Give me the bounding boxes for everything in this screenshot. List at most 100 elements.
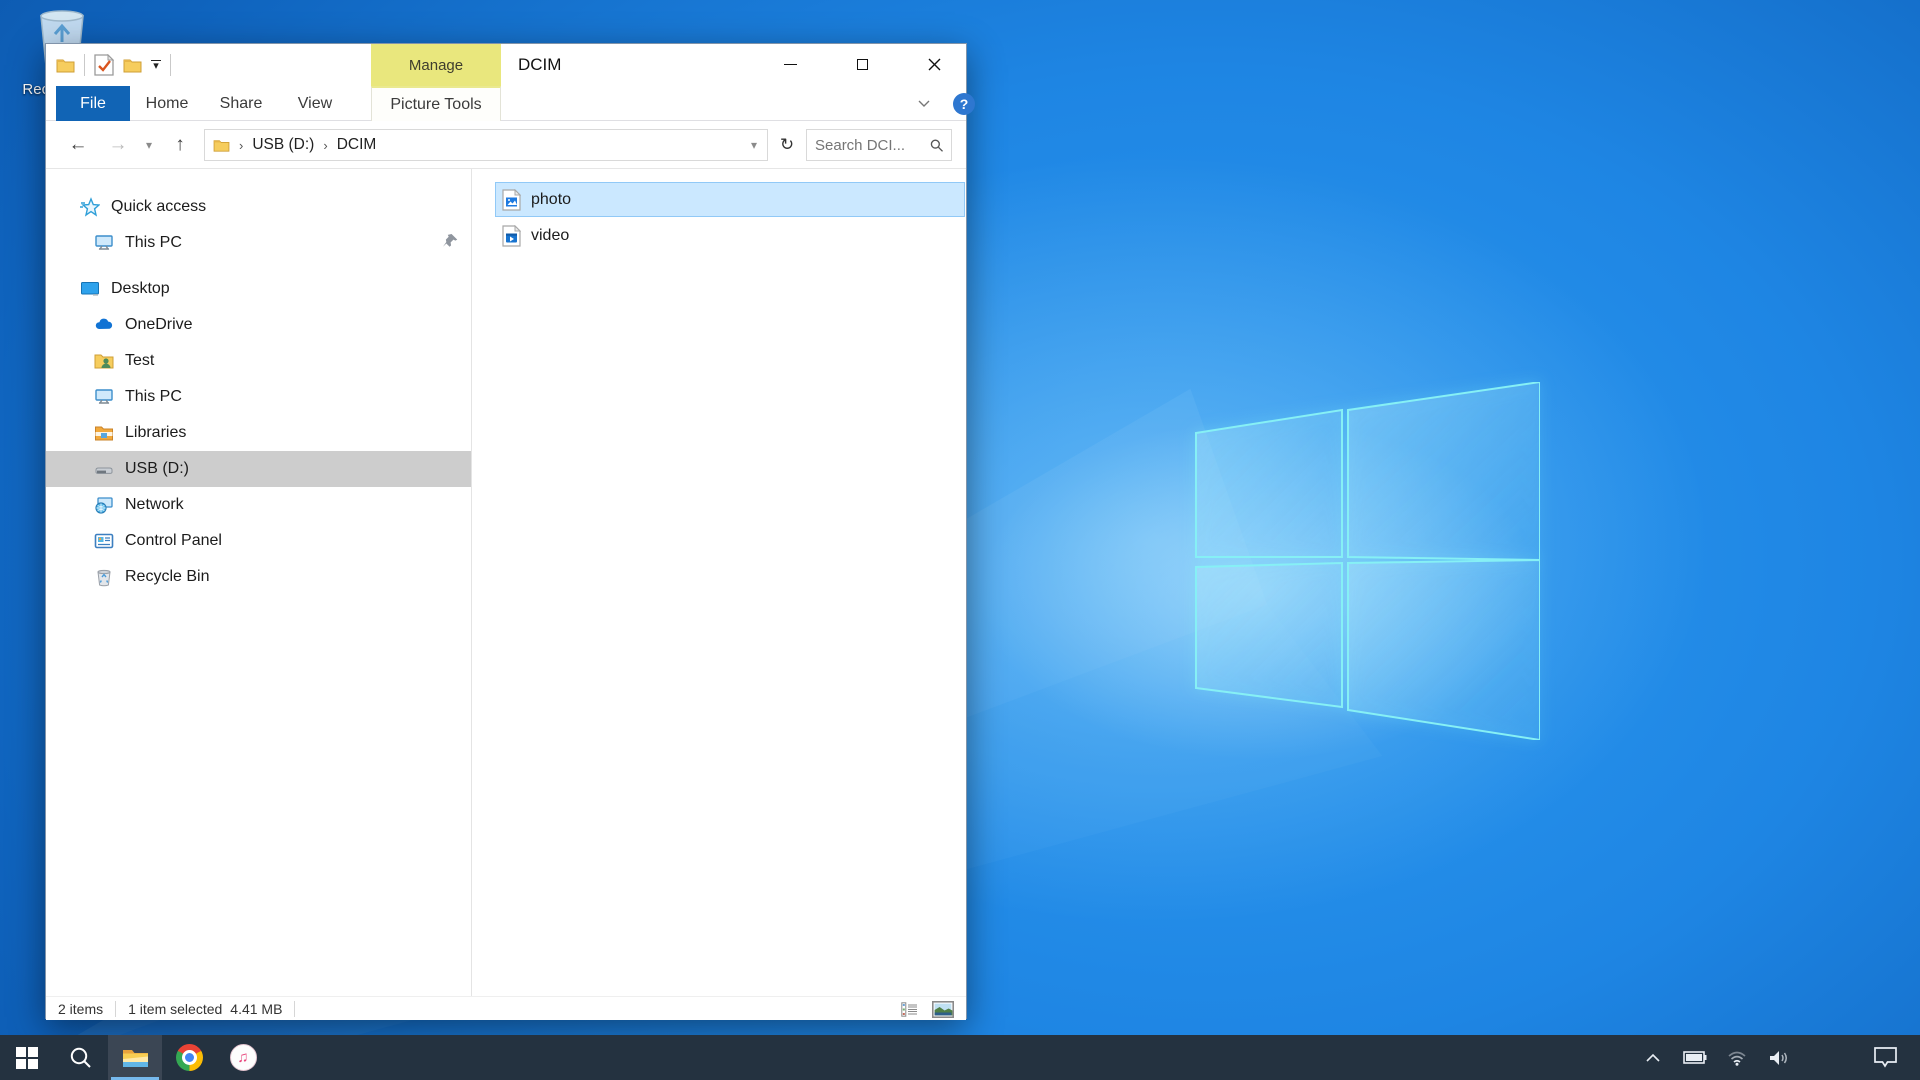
nav-item-recycle-bin[interactable]: Recycle Bin [46,559,471,595]
chrome-icon [176,1044,203,1071]
maximize-button[interactable] [840,44,885,84]
user-folder-icon [94,351,114,371]
quick-access-toolbar: ▾ [56,44,171,86]
selection-count: 1 item selected [116,1001,226,1017]
details-view-icon[interactable] [901,1002,918,1017]
nav-item-quick-access[interactable]: Quick access [46,189,471,225]
tab-picture-tools[interactable]: Picture Tools [371,86,501,121]
battery-indicator[interactable] [1678,1035,1712,1080]
breadcrumb-dcim[interactable]: DCIM [337,136,377,154]
address-bar-row: ← → ▾ ↑ › USB (D:) › DCIM ▾ ↻ [46,121,966,169]
taskbar-search-button[interactable] [54,1035,108,1080]
system-tray [1636,1035,1920,1080]
tab-file[interactable]: File [56,86,130,121]
forward-button[interactable]: → [100,121,136,169]
address-folder-icon [213,138,230,152]
file-name: video [531,227,569,245]
nav-label: Network [125,496,184,514]
nav-label: Desktop [111,280,170,298]
nav-label: Control Panel [125,532,222,550]
action-center-icon [1874,1047,1897,1068]
nav-item-test[interactable]: Test [46,343,471,379]
network-indicator[interactable] [1720,1035,1754,1080]
back-button[interactable]: ← [60,121,96,169]
hidden-icons-button[interactable] [1636,1035,1670,1080]
nav-label: This PC [125,234,182,252]
qat-separator [84,54,85,76]
content-area: Quick access This PC Desktop [46,169,966,996]
properties-icon[interactable] [94,54,114,76]
file-name: photo [531,191,571,209]
file-row-photo[interactable]: photo [495,182,965,217]
itunes-icon: ♫ [230,1044,257,1071]
tab-share[interactable]: Share [204,86,278,121]
network-icon [94,495,114,515]
customize-qat-arrow[interactable]: ▾ [151,60,161,70]
close-icon [928,58,941,71]
title-bar: ▾ Manage DCIM [46,44,966,86]
nav-item-control-panel[interactable]: Control Panel [46,523,471,559]
ribbon-tabs: File Home Share View Picture Tools ? [46,86,966,121]
explorer-folder-icon [56,57,75,73]
action-center-button[interactable] [1868,1035,1902,1080]
nav-item-libraries[interactable]: Libraries [46,415,471,451]
libraries-icon [94,423,114,443]
nav-item-desktop[interactable]: Desktop [46,271,471,307]
file-explorer-icon [122,1047,149,1069]
tab-manage-header[interactable]: Manage [371,44,501,86]
taskbar: ♫ [0,1035,1920,1080]
nav-item-network[interactable]: Network [46,487,471,523]
control-panel-icon [94,531,114,551]
new-folder-icon[interactable] [123,57,142,73]
breadcrumb-usb[interactable]: USB (D:) [252,136,314,154]
window-title: DCIM [518,44,561,86]
start-icon [16,1047,38,1069]
tab-view[interactable]: View [278,86,352,121]
collapse-ribbon-button[interactable] [904,86,944,121]
volume-indicator[interactable] [1762,1035,1796,1080]
search-input[interactable] [815,137,930,154]
close-button[interactable] [912,44,957,84]
help-button[interactable]: ? [944,86,984,121]
taskbar-chrome[interactable] [162,1035,216,1080]
refresh-button[interactable]: ↻ [772,129,802,161]
taskbar-apps: ♫ [0,1035,270,1080]
tab-home[interactable]: Home [130,86,204,121]
volume-icon [1769,1050,1789,1066]
taskbar-itunes[interactable]: ♫ [216,1035,270,1080]
recent-locations-chevron[interactable]: ▾ [138,121,160,169]
up-button[interactable]: ↑ [162,121,198,169]
nav-label: Libraries [125,424,186,442]
help-icon: ? [953,93,975,115]
navigation-pane: Quick access This PC Desktop [46,169,472,996]
view-switcher [901,997,954,1021]
windows-logo-wallpaper [1194,382,1540,740]
this-pc-icon [94,387,114,407]
file-row-video[interactable]: video [495,218,965,253]
battery-icon [1683,1051,1707,1064]
image-file-icon [502,189,521,211]
minimize-button[interactable] [768,44,813,84]
hidden-icons-chevron [1646,1053,1660,1062]
search-icon[interactable] [930,138,943,153]
address-bar[interactable]: › USB (D:) › DCIM ▾ [204,129,768,161]
nav-item-usb-d[interactable]: USB (D:) [46,451,471,487]
video-file-icon [502,225,521,247]
taskbar-file-explorer[interactable] [108,1035,162,1080]
nav-item-onedrive[interactable]: OneDrive [46,307,471,343]
wifi-icon [1726,1050,1748,1066]
search-box[interactable] [806,129,952,161]
address-dropdown-chevron[interactable]: ▾ [741,138,767,152]
nav-item-this-pc[interactable]: This PC [46,379,471,415]
start-button[interactable] [0,1035,54,1080]
usb-drive-icon [94,459,114,479]
nav-label: This PC [125,388,182,406]
qat-separator [170,54,171,76]
large-thumbnails-view-icon[interactable] [932,1001,954,1018]
nav-label: USB (D:) [125,460,189,478]
nav-item-this-pc-pinned[interactable]: This PC [46,225,471,261]
selection-size: 4.41 MB [226,1001,294,1017]
quick-access-star-icon [80,197,100,217]
chevron-down-icon [918,100,930,108]
nav-label: Recycle Bin [125,568,209,586]
